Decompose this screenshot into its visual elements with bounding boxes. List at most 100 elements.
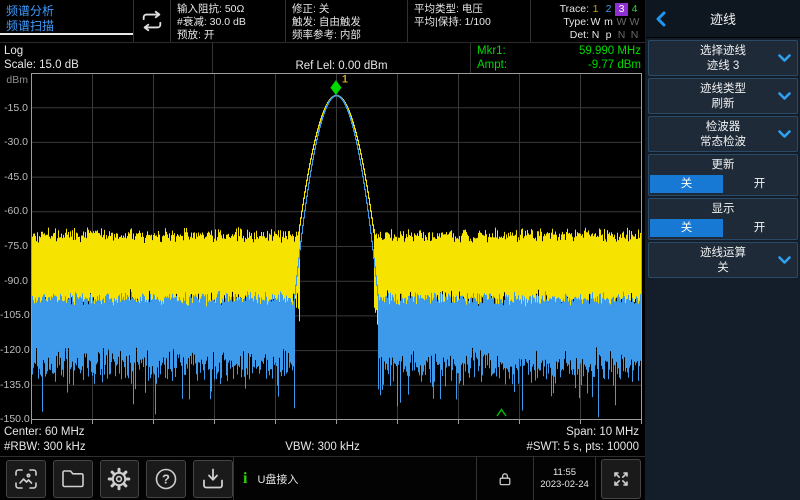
center-freq: Center: 60 MHz xyxy=(4,425,85,440)
spectrum-plot[interactable]: 1 xyxy=(31,73,642,425)
spectrum-chart: dBm -15.0 -30.0 -45.0 -60.0 -75.0 -90.0 … xyxy=(0,73,645,424)
time: 11:55 xyxy=(553,467,576,479)
trace-2-id: 2 xyxy=(602,3,615,16)
usb-status: i U盘接入 xyxy=(234,457,476,500)
display-on-toggle[interactable]: 开 xyxy=(723,219,796,237)
date: 2023-02-24 xyxy=(540,479,589,491)
trigger: 触发: 自由触发 xyxy=(292,16,401,29)
bottom-toolbar: ? i U盘接入 xyxy=(0,456,645,500)
chevron-left-icon xyxy=(656,11,666,27)
screenshot-icon xyxy=(14,468,38,490)
item-label: 检波器 xyxy=(649,120,797,135)
file-manager-button[interactable] xyxy=(53,460,93,498)
y-tick: -60.0 xyxy=(0,206,28,217)
menu-item-trace-math[interactable]: 迹线运算 关 xyxy=(648,242,798,278)
help-icon: ? xyxy=(154,467,178,491)
trace-row-label: Trace: xyxy=(560,3,589,16)
folder-icon xyxy=(61,468,85,489)
sweep-annotations: Center: 60 MHz Span: 10 MHz VBW: 300 kHz… xyxy=(0,424,645,456)
update-on-toggle[interactable]: 开 xyxy=(723,175,796,193)
main-area: 频谱分析 频谱扫描 输入阻抗: 50Ω #衰减: 30.0 dB 预放: 开 修… xyxy=(0,0,645,500)
item-label: 迹线运算 xyxy=(649,246,797,261)
freq-reference: 频率参考: 内部 xyxy=(292,29,401,42)
type-row: Type: W m W W xyxy=(537,16,641,29)
log-label: Log xyxy=(4,44,208,58)
item-label: 显示 xyxy=(649,202,797,217)
menu-item-detector[interactable]: 检波器 常态检波 xyxy=(648,116,798,152)
menu-item-select-trace[interactable]: 选择迹线 迹线 3 xyxy=(648,40,798,76)
correction-params: 修正: 关 触发: 自由触发 频率参考: 内部 xyxy=(285,0,407,42)
marker-readout: Mkr1: 59.990 MHz Ampt: -9.77 dBm xyxy=(470,43,645,73)
mode-menu[interactable]: 频谱分析 频谱扫描 xyxy=(0,0,133,42)
vbw: VBW: 300 kHz xyxy=(4,440,641,455)
scale-info: Log Scale: 15.0 dB xyxy=(0,43,212,73)
y-tick: -45.0 xyxy=(0,172,28,183)
lock-status[interactable] xyxy=(477,457,533,500)
fullscreen-button[interactable] xyxy=(601,459,641,499)
trace-status-table: Trace: 1 2 3 4 Type: W m W W Det: N p xyxy=(530,0,645,42)
y-tick: -135.0 xyxy=(0,380,28,391)
lock-icon xyxy=(497,471,513,487)
expand-arrows-icon xyxy=(610,468,632,490)
scale-marker-strip: Log Scale: 15.0 dB Ref Lel: 0.00 dBm Mkr… xyxy=(0,43,645,73)
det-row: Det: N p N N xyxy=(537,29,641,42)
marker-ampt-label: Ampt: xyxy=(477,58,507,72)
avg-type: 平均类型: 电压 xyxy=(414,3,524,16)
save-download-icon xyxy=(201,468,225,490)
y-tick: -90.0 xyxy=(0,276,28,287)
mode-line2[interactable]: 频谱扫描 xyxy=(6,19,127,34)
settings-button[interactable] xyxy=(100,460,140,498)
usb-status-text: U盘接入 xyxy=(257,471,298,487)
clock[interactable]: 11:55 2023-02-24 xyxy=(534,457,595,500)
mode-line1[interactable]: 频谱分析 xyxy=(6,4,127,19)
attenuation: #衰减: 30.0 dB xyxy=(177,16,279,29)
aux-marker-caret xyxy=(497,410,506,417)
item-value: 关 xyxy=(649,261,797,276)
item-value: 迹线 3 xyxy=(649,59,797,74)
y-tick: -15.0 xyxy=(0,103,28,114)
sweep-mode-cell[interactable] xyxy=(133,0,170,42)
help-button[interactable]: ? xyxy=(146,460,186,498)
y-tick: -150.0 xyxy=(0,414,28,425)
marker-freq: 59.990 MHz xyxy=(579,44,641,58)
menu-title: 迹线 xyxy=(710,9,736,28)
scale-value: Scale: 15.0 dB xyxy=(4,58,208,72)
fullscreen-area xyxy=(596,457,645,500)
input-impedance: 输入阻抗: 50Ω xyxy=(177,3,279,16)
y-tick: -105.0 xyxy=(0,310,28,321)
mode-underline xyxy=(0,33,133,35)
gear-icon xyxy=(107,467,131,491)
svg-text:?: ? xyxy=(162,471,170,486)
average-params: 平均类型: 电压 平均|保持: 1/100 xyxy=(407,0,530,42)
continuous-sweep-loop-icon xyxy=(140,9,164,33)
item-value: 刷新 xyxy=(649,97,797,112)
screenshot-button[interactable] xyxy=(6,460,46,498)
chevron-down-icon xyxy=(778,54,791,63)
y-axis-unit: dBm xyxy=(0,75,28,86)
det-row-label: Det: xyxy=(570,29,589,42)
menu-item-display: 显示 关 开 xyxy=(648,198,798,240)
update-off-toggle[interactable]: 关 xyxy=(650,175,723,193)
trace-menu-panel: 迹线 选择迹线 迹线 3 迹线类型 刷新 检波器 常态检波 更新 关 开 显示 xyxy=(645,0,800,500)
menu-item-trace-type[interactable]: 迹线类型 刷新 xyxy=(648,78,798,114)
correction: 修正: 关 xyxy=(292,3,401,16)
spectrum-analyzer-app: 频谱分析 频谱扫描 输入阻抗: 50Ω #衰减: 30.0 dB 预放: 开 修… xyxy=(0,0,800,500)
item-label: 更新 xyxy=(649,158,797,173)
display-off-toggle[interactable]: 关 xyxy=(650,219,723,237)
input-params: 输入阻抗: 50Ω #衰减: 30.0 dB 预放: 开 xyxy=(170,0,285,42)
svg-text:1: 1 xyxy=(342,74,348,86)
marker-1-diamond[interactable]: 1 xyxy=(330,74,348,96)
trace-3-id-selected: 3 xyxy=(615,3,628,16)
avg-hold: 平均|保持: 1/100 xyxy=(414,16,524,29)
chevron-down-icon xyxy=(778,130,791,139)
menu-item-update: 更新 关 开 xyxy=(648,154,798,196)
save-button[interactable] xyxy=(193,460,233,498)
y-tick: -120.0 xyxy=(0,345,28,356)
ref-level: Ref Lel: 0.00 dBm xyxy=(295,60,387,72)
menu-header[interactable]: 迹线 xyxy=(646,0,800,38)
preamp: 预放: 开 xyxy=(177,29,279,42)
trace-1-id: 1 xyxy=(589,3,602,16)
y-tick: -75.0 xyxy=(0,241,28,252)
y-tick: -30.0 xyxy=(0,137,28,148)
toolbar-buttons: ? xyxy=(0,457,233,500)
